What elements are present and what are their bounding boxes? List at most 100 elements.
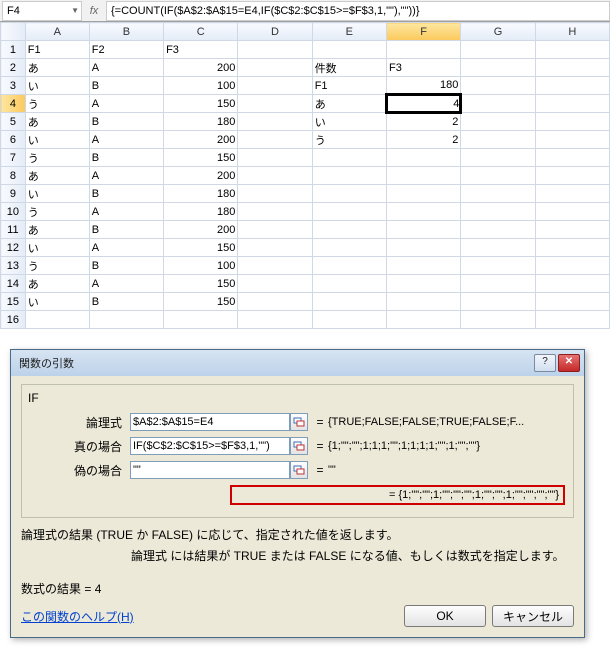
collapse-dialog-icon[interactable] [290, 437, 308, 455]
cell[interactable]: い [25, 293, 89, 311]
cell[interactable]: B [89, 185, 163, 203]
cell[interactable] [387, 203, 461, 221]
row-header[interactable]: 1 [1, 41, 26, 59]
cell[interactable] [535, 131, 609, 149]
cell[interactable] [535, 59, 609, 77]
cell[interactable] [387, 293, 461, 311]
row-header[interactable]: 14 [1, 275, 26, 293]
cell[interactable] [535, 239, 609, 257]
cell[interactable] [238, 203, 312, 221]
cell[interactable]: 180 [164, 185, 238, 203]
spreadsheet-grid[interactable]: ABCDEFGH 1F1F2F32あA200件数F33いB100F11804うA… [0, 22, 610, 329]
cell[interactable] [312, 203, 386, 221]
cell[interactable]: 4 [387, 95, 461, 113]
col-header-F[interactable]: F [387, 23, 461, 41]
cell[interactable] [238, 95, 312, 113]
select-all[interactable] [1, 23, 26, 41]
cell[interactable] [238, 221, 312, 239]
cell[interactable] [25, 311, 89, 329]
cell[interactable] [312, 257, 386, 275]
cell[interactable] [312, 167, 386, 185]
cell[interactable]: う [25, 149, 89, 167]
cell[interactable]: う [25, 203, 89, 221]
cell[interactable]: F1 [25, 41, 89, 59]
cell[interactable]: F3 [387, 59, 461, 77]
cell[interactable] [238, 167, 312, 185]
cell[interactable] [387, 167, 461, 185]
cell[interactable]: 150 [164, 95, 238, 113]
cell[interactable] [461, 59, 535, 77]
chevron-down-icon[interactable]: ▼ [71, 6, 79, 15]
formula-input[interactable] [106, 1, 610, 21]
cell[interactable] [461, 293, 535, 311]
row-header[interactable]: 6 [1, 131, 26, 149]
cell[interactable]: い [25, 239, 89, 257]
cell[interactable] [535, 41, 609, 59]
cell[interactable]: B [89, 257, 163, 275]
cell[interactable] [535, 113, 609, 131]
cell[interactable]: 150 [164, 275, 238, 293]
cell[interactable] [238, 311, 312, 329]
close-button[interactable]: ✕ [558, 354, 580, 372]
ok-button[interactable]: OK [404, 605, 486, 627]
cell[interactable]: F2 [89, 41, 163, 59]
fx-icon[interactable]: fx [86, 5, 102, 17]
cell[interactable] [312, 185, 386, 203]
cell[interactable] [312, 41, 386, 59]
col-header-G[interactable]: G [461, 23, 535, 41]
arg-input-2[interactable] [130, 461, 290, 479]
cell[interactable]: B [89, 221, 163, 239]
cell[interactable]: B [89, 113, 163, 131]
cell[interactable]: う [25, 257, 89, 275]
cell[interactable] [312, 149, 386, 167]
cell[interactable]: あ [25, 275, 89, 293]
cell[interactable] [312, 293, 386, 311]
cell[interactable] [535, 185, 609, 203]
cell[interactable] [312, 275, 386, 293]
cell[interactable] [461, 221, 535, 239]
row-header[interactable]: 8 [1, 167, 26, 185]
arg-input-1[interactable] [130, 437, 290, 455]
cell[interactable]: 150 [164, 149, 238, 167]
cell[interactable] [238, 77, 312, 95]
cell[interactable]: F1 [312, 77, 386, 95]
row-header[interactable]: 13 [1, 257, 26, 275]
cell[interactable]: い [25, 185, 89, 203]
cell[interactable] [387, 185, 461, 203]
cell[interactable]: い [25, 131, 89, 149]
cell[interactable] [461, 185, 535, 203]
cell[interactable]: 2 [387, 131, 461, 149]
cell[interactable]: 150 [164, 293, 238, 311]
cell[interactable]: A [89, 95, 163, 113]
cell[interactable] [461, 203, 535, 221]
cell[interactable] [535, 149, 609, 167]
cell[interactable] [461, 167, 535, 185]
cell[interactable]: あ [25, 167, 89, 185]
cell[interactable] [535, 257, 609, 275]
cell[interactable]: 2 [387, 113, 461, 131]
cell[interactable]: 200 [164, 59, 238, 77]
cell[interactable] [535, 167, 609, 185]
cell[interactable]: 150 [164, 239, 238, 257]
cell[interactable]: 200 [164, 131, 238, 149]
collapse-dialog-icon[interactable] [290, 413, 308, 431]
cell[interactable] [461, 131, 535, 149]
cell[interactable]: 200 [164, 221, 238, 239]
cell[interactable] [89, 311, 163, 329]
col-header-H[interactable]: H [535, 23, 609, 41]
cell[interactable]: F3 [164, 41, 238, 59]
cell[interactable] [461, 257, 535, 275]
cell[interactable] [461, 275, 535, 293]
cell[interactable] [535, 293, 609, 311]
cell[interactable] [535, 77, 609, 95]
cell[interactable]: 200 [164, 167, 238, 185]
name-box[interactable]: F4 ▼ [2, 1, 82, 21]
cell[interactable]: A [89, 131, 163, 149]
help-button[interactable]: ? [534, 354, 556, 372]
row-header[interactable]: 16 [1, 311, 26, 329]
cell[interactable] [238, 293, 312, 311]
row-header[interactable]: 5 [1, 113, 26, 131]
col-header-A[interactable]: A [25, 23, 89, 41]
cell[interactable] [238, 275, 312, 293]
cell[interactable] [461, 41, 535, 59]
